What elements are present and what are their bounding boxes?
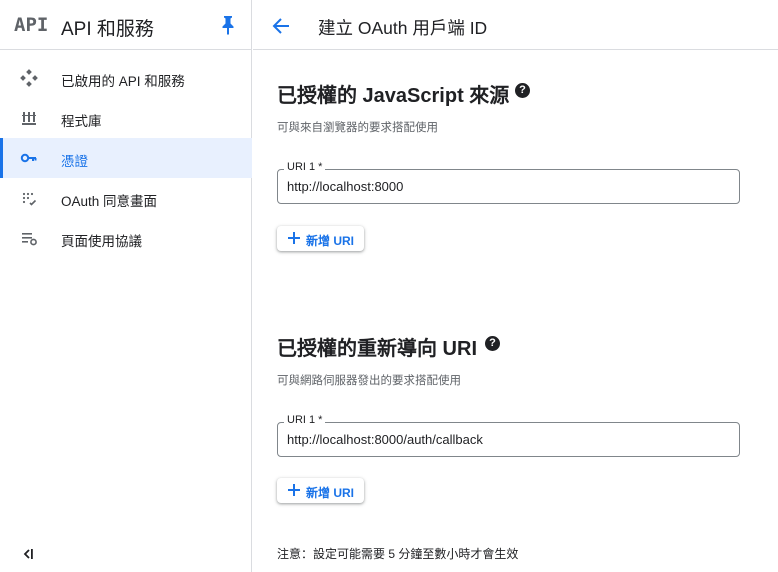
back-arrow-icon[interactable] [271, 16, 291, 36]
sidebar-item-credentials[interactable]: 憑證 [0, 138, 252, 178]
sidebar-title: API 和服務 [61, 19, 154, 40]
add-redirect-uri-button[interactable]: 新增 URI [277, 478, 364, 503]
key-icon [20, 153, 37, 163]
library-icon [22, 112, 36, 125]
page-usage-settings-icon [22, 233, 37, 246]
js-origins-description: 可與來自瀏覽器的要求搭配使用 [277, 122, 438, 134]
field-label: URI 1 * [284, 414, 326, 426]
add-js-origin-uri-button[interactable]: 新增 URI [277, 226, 364, 251]
help-icon[interactable]: ? [485, 336, 500, 351]
plus-icon [288, 484, 300, 496]
add-uri-label: 新增 URI [306, 486, 355, 500]
sidebar: API API 和服務 已啟用的 API 和服務 程式庫 憑證 OAuth 同意… [0, 0, 252, 572]
collapse-sidebar-icon[interactable] [20, 546, 36, 562]
sidebar-item-library[interactable]: 程式庫 [0, 98, 252, 138]
settings-note: 注意：設定可能需要 5 分鐘至數小時才會生效 [277, 547, 519, 561]
page-title: 建立 OAuth 用戶端 ID [318, 18, 488, 38]
pin-icon[interactable] [219, 15, 237, 35]
sidebar-item-label: OAuth 同意畫面 [61, 194, 158, 209]
sidebar-item-label: 程式庫 [61, 114, 102, 129]
add-uri-label: 新增 URI [306, 234, 355, 248]
sidebar-item-label: 頁面使用協議 [61, 234, 142, 249]
sidebar-nav: 已啟用的 API 和服務 程式庫 憑證 OAuth 同意畫面 頁面使用協議 [0, 58, 252, 258]
sidebar-item-enabled-apis[interactable]: 已啟用的 API 和服務 [0, 58, 252, 98]
field-value: http://localhost:8000 [287, 179, 404, 194]
enabled-apis-icon [20, 69, 38, 87]
sidebar-item-label: 已啟用的 API 和服務 [61, 74, 185, 89]
oauth-consent-icon [22, 192, 37, 206]
js-origins-title: 已授權的 JavaScript 來源 [277, 85, 510, 107]
sidebar-header: API API 和服務 [0, 0, 251, 50]
field-label: URI 1 * [284, 161, 326, 173]
page-header: 建立 OAuth 用戶端 ID [253, 0, 778, 50]
js-origin-uri-field[interactable]: URI 1 * http://localhost:8000 [277, 161, 740, 204]
sidebar-item-label: 憑證 [61, 154, 88, 169]
sidebar-item-oauth-consent[interactable]: OAuth 同意畫面 [0, 178, 252, 218]
main-content: 建立 OAuth 用戶端 ID 已授權的 JavaScript 來源 ? 可與來… [253, 0, 778, 572]
field-value: http://localhost:8000/auth/callback [287, 432, 483, 447]
plus-icon [288, 232, 300, 244]
redirect-uris-description: 可與網路伺服器發出的要求搭配使用 [277, 375, 461, 387]
api-logo: API [14, 14, 49, 36]
help-icon[interactable]: ? [515, 83, 530, 98]
redirect-uris-title: 已授權的重新導向 URI [277, 338, 477, 360]
sidebar-item-page-usage[interactable]: 頁面使用協議 [0, 218, 252, 258]
redirect-uri-field[interactable]: URI 1 * http://localhost:8000/auth/callb… [277, 414, 740, 457]
